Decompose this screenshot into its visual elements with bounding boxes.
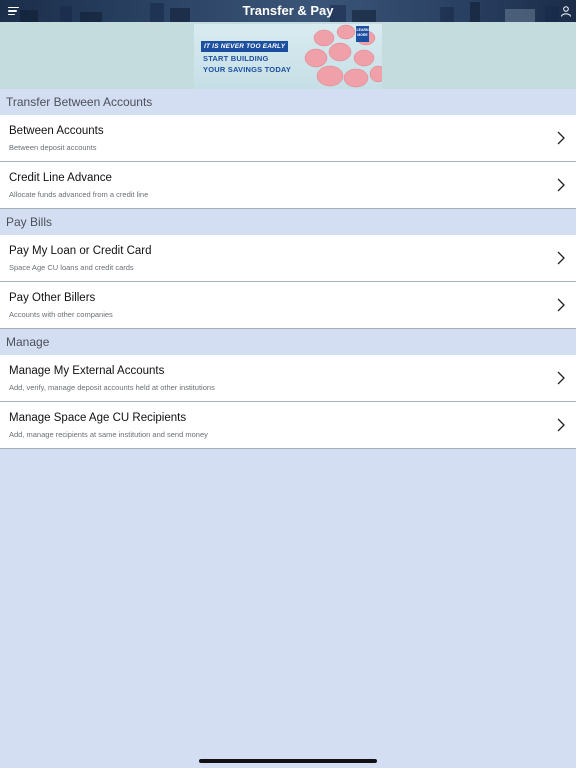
manage-external-accounts-item[interactable]: Manage My External Accounts Add, verify,… xyxy=(0,355,576,402)
item-subtitle: Space Age CU loans and credit cards xyxy=(9,263,134,272)
chevron-right-icon xyxy=(557,298,565,312)
app-header: Transfer & Pay xyxy=(0,0,576,22)
section-header-transfer: Transfer Between Accounts xyxy=(0,89,576,115)
chevron-right-icon xyxy=(557,251,565,265)
item-subtitle: Add, manage recipients at same instituti… xyxy=(9,430,208,439)
page-title: Transfer & Pay xyxy=(242,3,334,18)
user-icon[interactable] xyxy=(560,5,572,17)
pay-loan-credit-card-item[interactable]: Pay My Loan or Credit Card Space Age CU … xyxy=(0,235,576,282)
ad-headline-line2: YOUR SAVINGS TODAY xyxy=(203,65,292,74)
chevron-right-icon xyxy=(557,371,565,385)
item-title: Pay My Loan or Credit Card xyxy=(9,245,152,257)
pay-other-billers-item[interactable]: Pay Other Billers Accounts with other co… xyxy=(0,282,576,329)
section-header-pay-bills: Pay Bills xyxy=(0,209,576,235)
home-indicator[interactable] xyxy=(199,759,377,763)
manage-recipients-item[interactable]: Manage Space Age CU Recipients Add, mana… xyxy=(0,402,576,449)
section-header-manage: Manage xyxy=(0,329,576,355)
ad-headline-line1: START BUILDING xyxy=(203,54,269,63)
menu-list: Transfer Between Accounts Between Accoun… xyxy=(0,89,576,449)
item-title: Between Accounts xyxy=(9,125,104,137)
item-subtitle: Between deposit accounts xyxy=(9,143,97,152)
item-title: Credit Line Advance xyxy=(9,172,112,184)
chevron-right-icon xyxy=(557,178,565,192)
savings-promo-ad[interactable]: IT IS NEVER TOO EARLY START BUILDING YOU… xyxy=(194,24,382,89)
credit-line-advance-item[interactable]: Credit Line Advance Allocate funds advan… xyxy=(0,162,576,209)
learn-more-badge[interactable]: LEARN MORE xyxy=(356,26,369,42)
item-subtitle: Accounts with other companies xyxy=(9,310,113,319)
chevron-right-icon xyxy=(557,131,565,145)
promo-banner-area: IT IS NEVER TOO EARLY START BUILDING YOU… xyxy=(0,22,576,89)
ad-tagline: IT IS NEVER TOO EARLY xyxy=(201,41,289,52)
chevron-right-icon xyxy=(557,418,565,432)
item-title: Manage Space Age CU Recipients xyxy=(9,412,187,424)
item-title: Manage My External Accounts xyxy=(9,365,165,377)
item-subtitle: Allocate funds advanced from a credit li… xyxy=(9,190,149,199)
between-accounts-item[interactable]: Between Accounts Between deposit account… xyxy=(0,115,576,162)
item-subtitle: Add, verify, manage deposit accounts hel… xyxy=(9,383,215,392)
item-title: Pay Other Billers xyxy=(9,292,96,304)
